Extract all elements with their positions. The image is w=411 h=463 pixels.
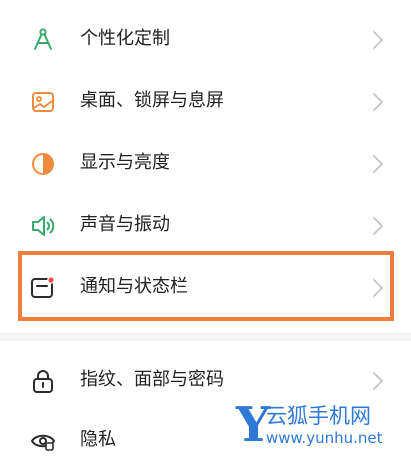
privacy-eye-icon xyxy=(30,428,56,454)
settings-item-desktop-lockscreen[interactable]: 桌面、锁屏与息屏 xyxy=(0,76,411,126)
watermark: Y 云狐手机网 www.yunhu.net xyxy=(228,398,408,458)
settings-item-label: 隐私 xyxy=(80,429,116,450)
watermark-url: www.yunhu.net xyxy=(266,429,383,447)
settings-item-label: 个性化定制 xyxy=(80,28,170,49)
settings-item-personalization[interactable]: 个性化定制 xyxy=(0,14,411,64)
section-divider xyxy=(0,333,411,341)
settings-item-label: 桌面、锁屏与息屏 xyxy=(80,90,224,111)
chevron-right-icon xyxy=(372,278,384,298)
settings-screen: 个性化定制 桌面、锁屏与息屏 显示与亮度 声音与振动 通知与状态栏 指纹、面部与… xyxy=(0,0,411,463)
chevron-right-icon xyxy=(372,92,384,112)
settings-item-label: 声音与振动 xyxy=(80,214,170,235)
chevron-right-icon xyxy=(372,30,384,50)
brightness-icon xyxy=(30,151,56,177)
settings-item-display-brightness[interactable]: 显示与亮度 xyxy=(0,138,411,188)
settings-item-sound-vibration[interactable]: 声音与振动 xyxy=(0,200,411,250)
chevron-right-icon xyxy=(372,154,384,174)
settings-item-label: 指纹、面部与密码 xyxy=(80,369,224,390)
chevron-right-icon xyxy=(372,371,384,391)
settings-item-label: 显示与亮度 xyxy=(80,152,170,173)
chevron-right-icon xyxy=(372,216,384,236)
watermark-site-name: 云狐手机网 xyxy=(266,404,371,428)
speaker-icon xyxy=(30,213,56,239)
wallpaper-icon xyxy=(30,89,56,115)
settings-item-notifications-statusbar[interactable]: 通知与状态栏 xyxy=(0,262,411,312)
notification-icon xyxy=(30,275,56,301)
settings-item-label: 通知与状态栏 xyxy=(80,276,188,297)
compass-icon xyxy=(30,27,56,53)
lock-icon xyxy=(30,368,56,394)
